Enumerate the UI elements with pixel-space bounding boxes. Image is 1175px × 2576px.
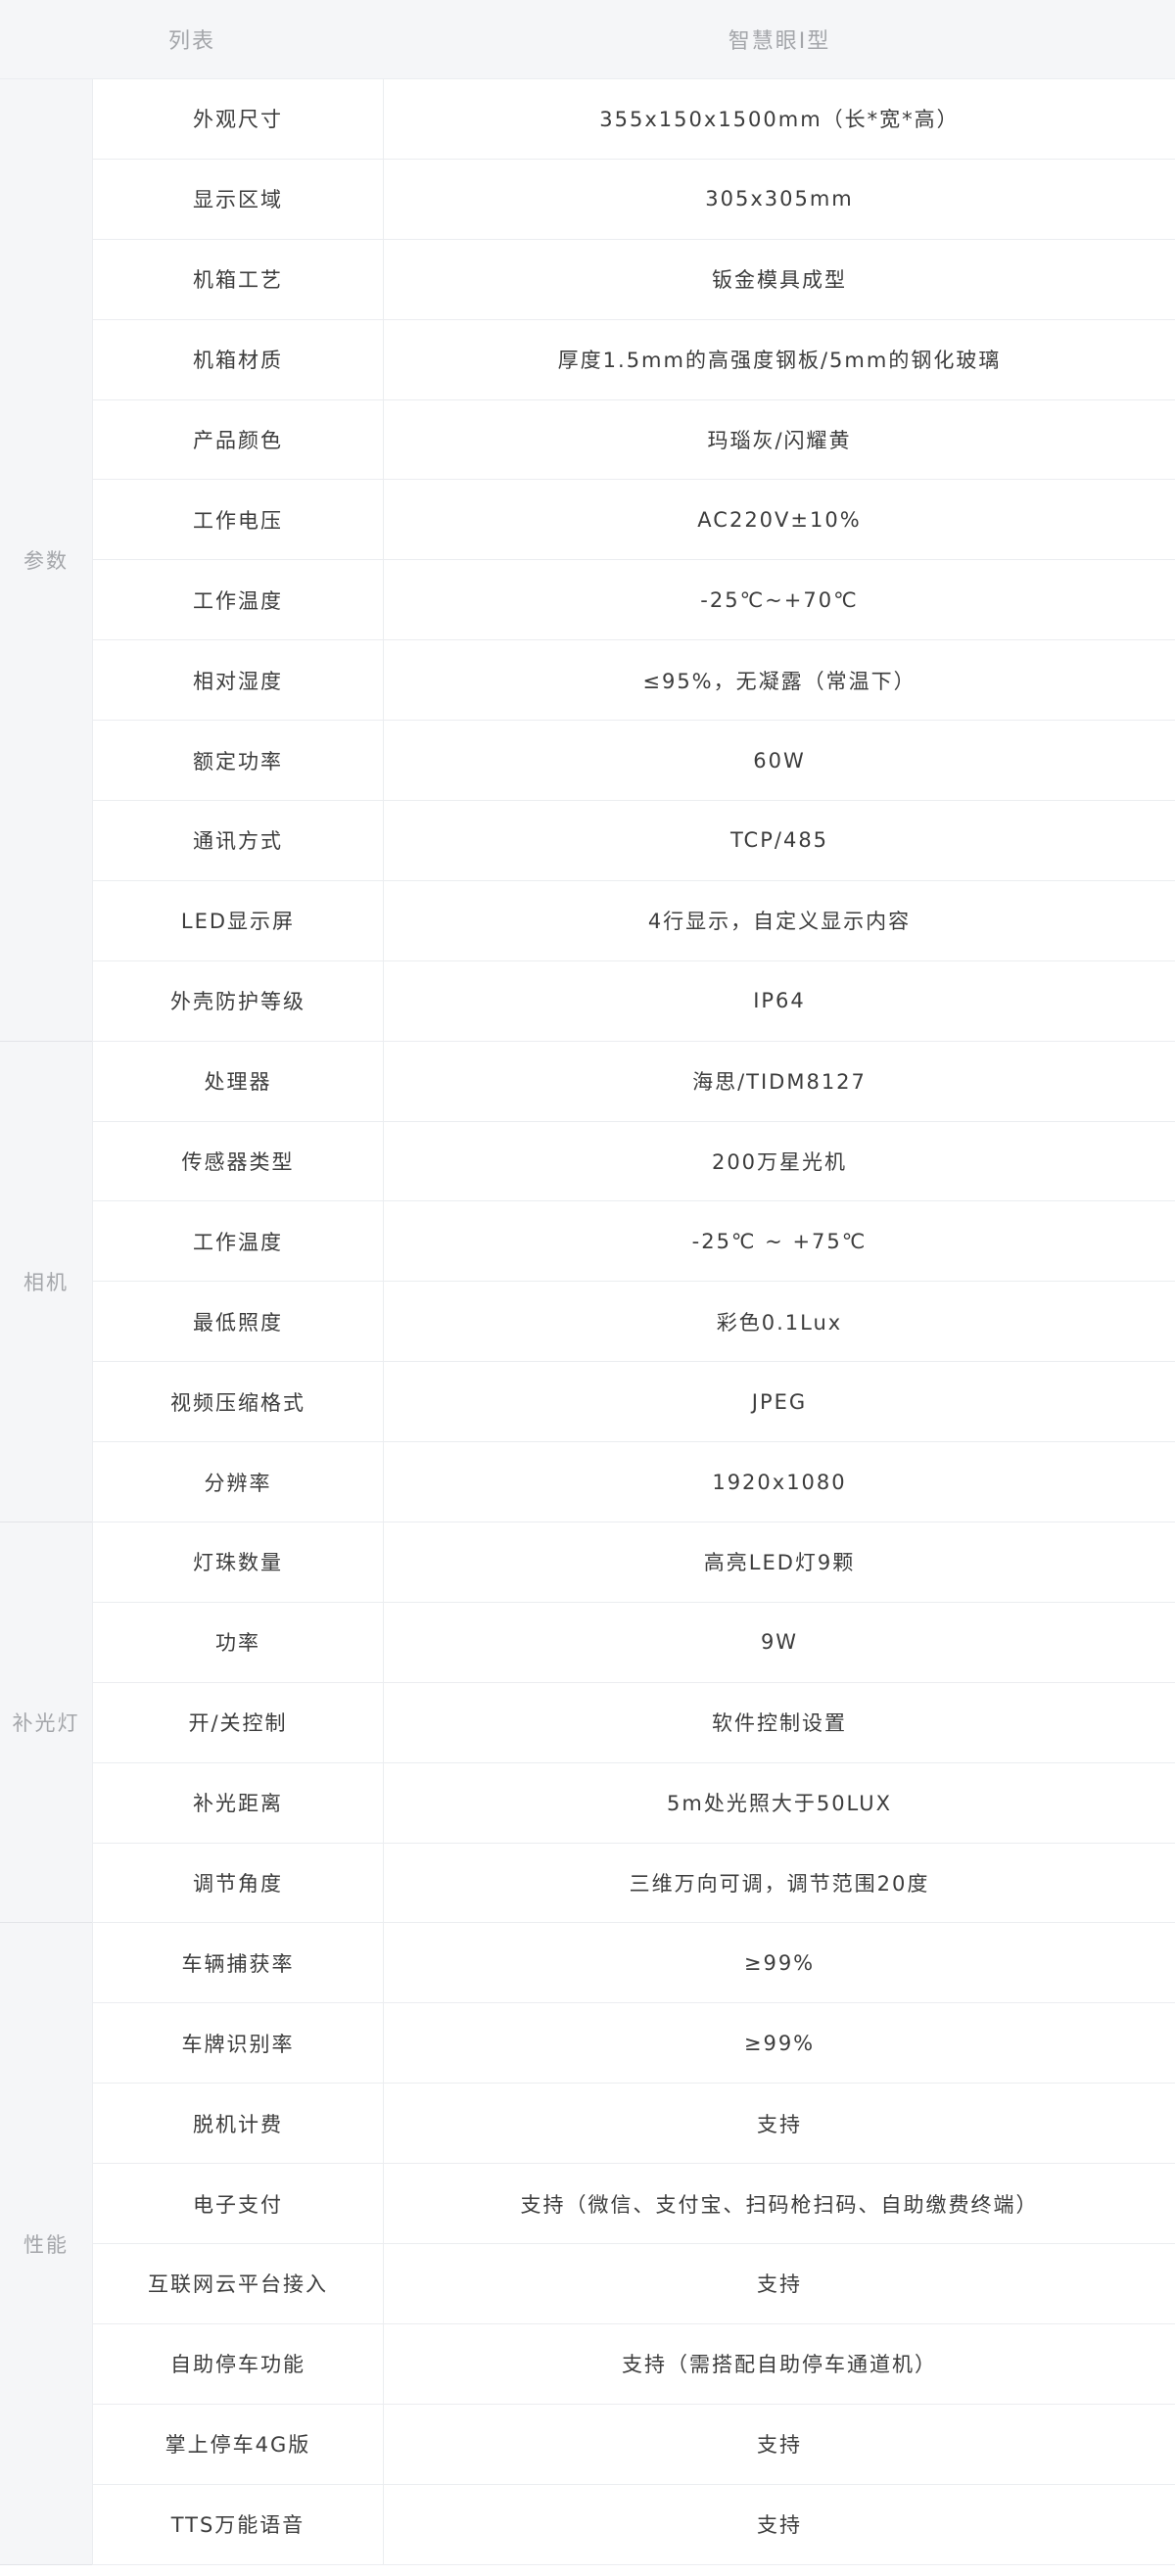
spec-label: 外壳防护等级 (92, 960, 384, 1042)
spec-value: ≥99% (384, 1923, 1175, 2004)
spec-table: 列表 智慧眼I型 参数 外观尺寸 355x150x1500mm（长*宽*高） 显示区域… (0, 0, 1175, 2565)
spec-value: 海思/TIDM8127 (384, 1042, 1175, 1122)
spec-label: 调节角度 (92, 1843, 384, 1924)
spec-label: 灯珠数量 (92, 1522, 384, 1603)
spec-label: 互联网云平台接入 (92, 2244, 384, 2324)
spec-label: 机箱工艺 (92, 239, 384, 320)
header-list: 列表 (0, 0, 384, 79)
spec-value: 305x305mm (384, 160, 1175, 240)
spec-value: AC220V±10% (384, 480, 1175, 561)
spec-label: 最低照度 (92, 1282, 384, 1363)
spec-value: TCP/485 (384, 801, 1175, 881)
spec-label: 掌上停车4G版 (92, 2404, 384, 2485)
spec-value: 支持 (384, 2485, 1175, 2565)
spec-label: 工作电压 (92, 480, 384, 561)
spec-label: LED显示屏 (92, 880, 384, 961)
spec-label: 显示区域 (92, 159, 384, 240)
spec-label: 额定功率 (92, 721, 384, 802)
group-label: 性能 (0, 1923, 92, 2565)
spec-value: 支持 (384, 2405, 1175, 2485)
spec-label: TTS万能语音 (92, 2484, 384, 2565)
spec-value: 软件控制设置 (384, 1683, 1175, 1763)
spec-value: 60W (384, 721, 1175, 802)
spec-label: 补光距离 (92, 1762, 384, 1844)
spec-label: 电子支付 (92, 2164, 384, 2245)
spec-value: 支持 (384, 2244, 1175, 2324)
spec-label: 车辆捕获率 (92, 1923, 384, 2004)
spec-label: 自助停车功能 (92, 2323, 384, 2405)
spec-label: 视频压缩格式 (92, 1362, 384, 1443)
spec-label: 工作温度 (92, 560, 384, 641)
spec-value: JPEG (384, 1362, 1175, 1443)
spec-label: 机箱材质 (92, 319, 384, 400)
spec-value: 9W (384, 1603, 1175, 1683)
spec-value: 355x150x1500mm（长*宽*高） (384, 79, 1175, 160)
spec-value: 彩色0.1Lux (384, 1282, 1175, 1363)
spec-label: 通讯方式 (92, 801, 384, 881)
spec-value: 5m处光照大于50LUX (384, 1763, 1175, 1844)
spec-value: 1920x1080 (384, 1442, 1175, 1523)
spec-label: 传感器类型 (92, 1121, 384, 1202)
group-label: 参数 (0, 79, 92, 1042)
spec-label: 开/关控制 (92, 1682, 384, 1763)
spec-label: 分辨率 (92, 1442, 384, 1523)
spec-value: ≥99% (384, 2003, 1175, 2084)
spec-label: 处理器 (92, 1041, 384, 1122)
group-label: 补光灯 (0, 1522, 92, 1924)
spec-label: 产品颜色 (92, 399, 384, 481)
spec-value: 200万星光机 (384, 1122, 1175, 1202)
spec-value: 玛瑙灰/闪耀黄 (384, 400, 1175, 481)
spec-value: IP64 (384, 961, 1175, 1042)
spec-value: 支持 (384, 2084, 1175, 2165)
spec-value: 厚度1.5mm的高强度钢板/5mm的钢化玻璃 (384, 320, 1175, 400)
spec-label: 外观尺寸 (92, 79, 384, 160)
spec-label: 工作温度 (92, 1201, 384, 1283)
spec-value: ≤95%，无凝露（常温下） (384, 640, 1175, 722)
spec-label: 脱机计费 (92, 2084, 384, 2165)
spec-value: 钣金模具成型 (384, 240, 1175, 320)
spec-value: 高亮LED灯9颗 (384, 1522, 1175, 1603)
group-label: 相机 (0, 1041, 92, 1523)
spec-label: 相对湿度 (92, 640, 384, 722)
spec-value: 支持（微信、支付宝、扫码枪扫码、自助缴费终端） (384, 2164, 1175, 2245)
spec-label: 车牌识别率 (92, 2003, 384, 2084)
spec-value: 支持（需搭配自助停车通道机） (384, 2324, 1175, 2405)
spec-label: 功率 (92, 1602, 384, 1683)
spec-value: 三维万向可调，调节范围20度 (384, 1844, 1175, 1924)
spec-value: -25℃ ~ +75℃ (384, 1201, 1175, 1283)
spec-value: -25℃~+70℃ (384, 560, 1175, 641)
header-model: 智慧眼I型 (384, 0, 1175, 79)
spec-value: 4行显示，自定义显示内容 (384, 881, 1175, 961)
